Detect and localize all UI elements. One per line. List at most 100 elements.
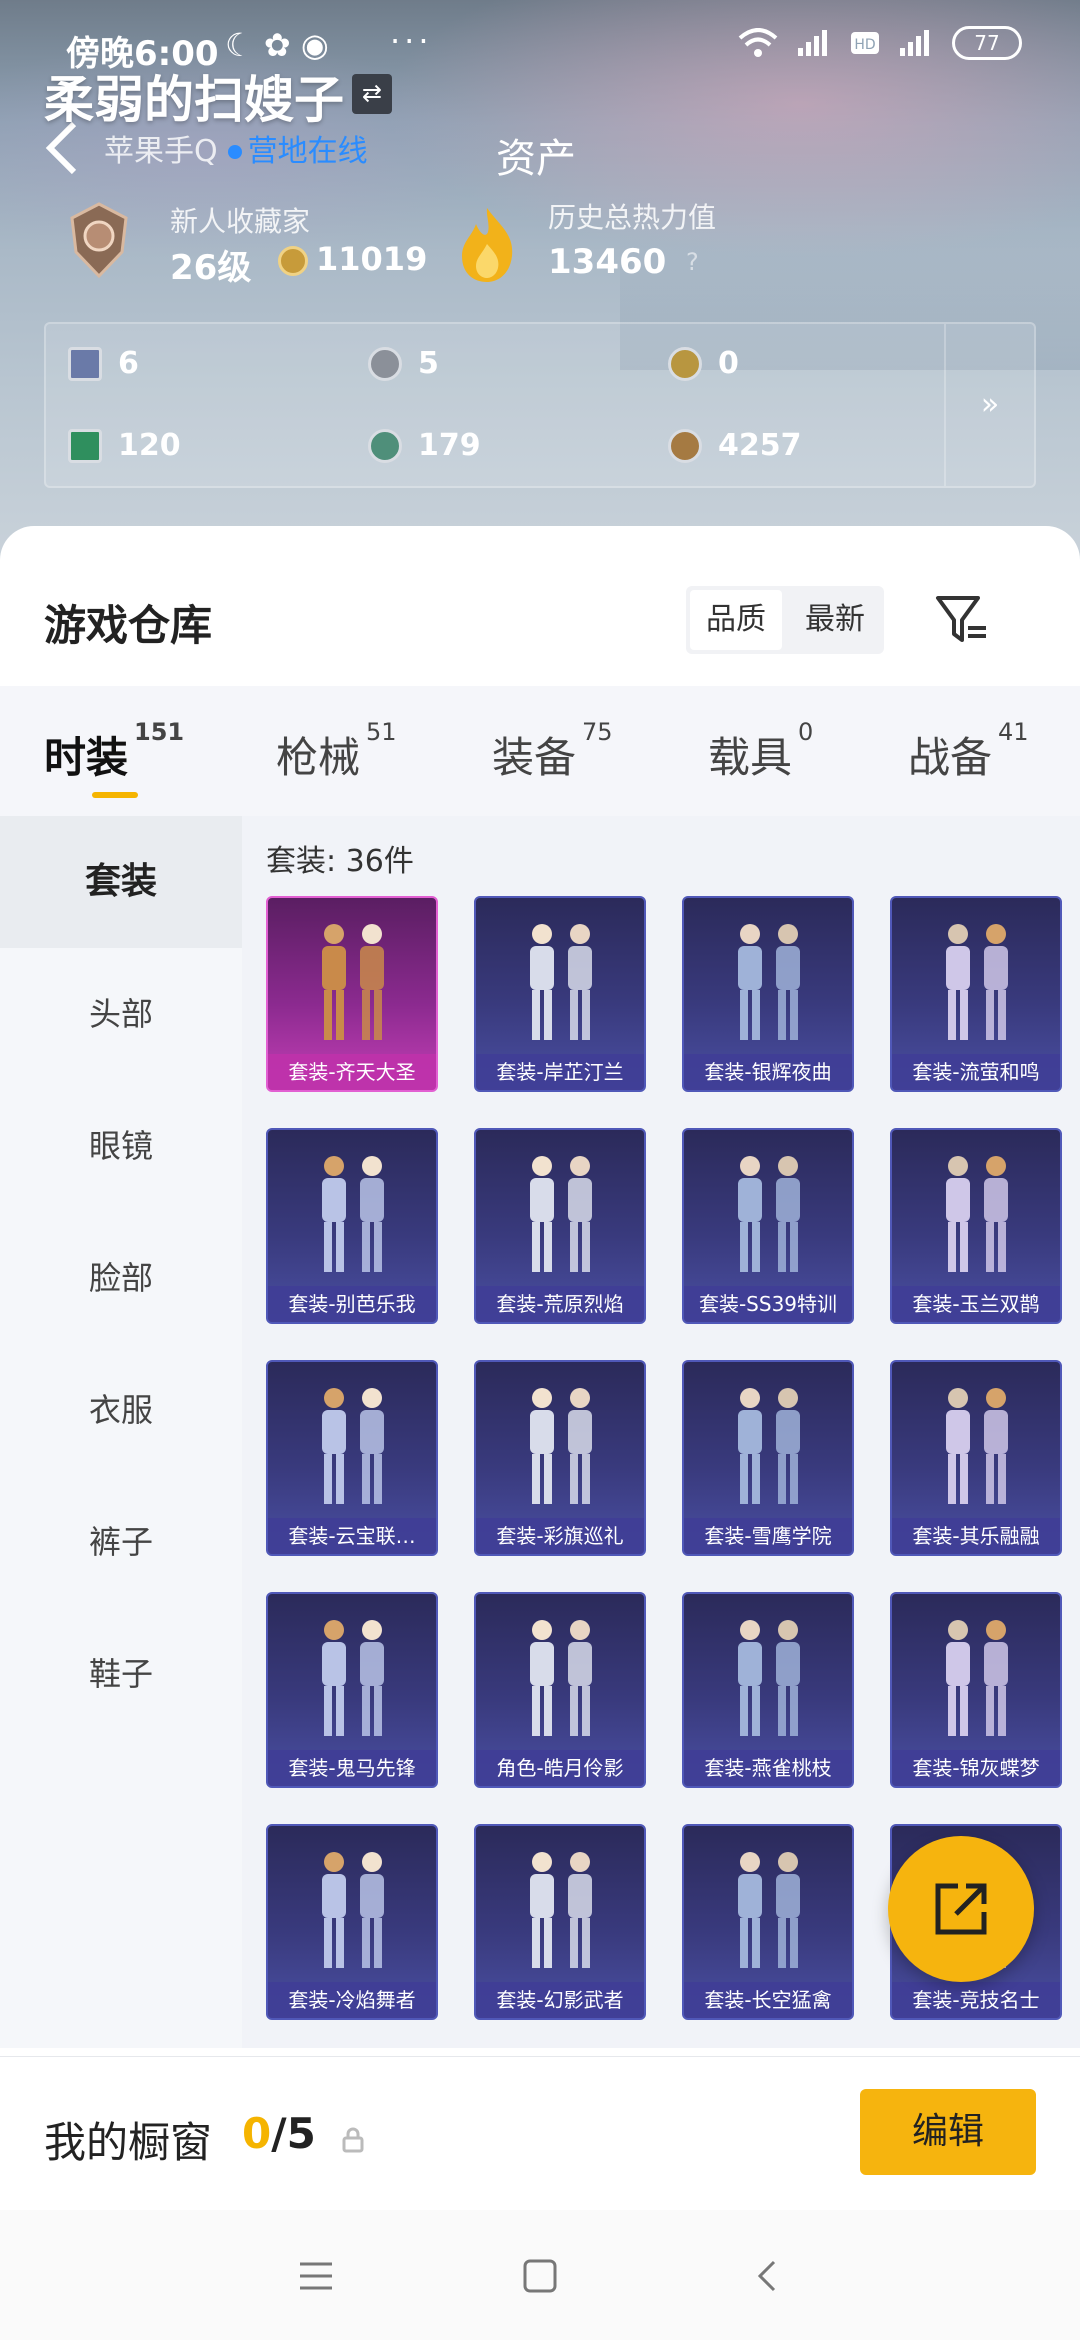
share-button[interactable] bbox=[888, 1836, 1034, 1982]
item-card-label: 套装-雪鹰学院 bbox=[684, 1518, 852, 1554]
tab-equipment[interactable]: 装备75 bbox=[492, 718, 613, 785]
hd-icon: HD bbox=[851, 32, 879, 54]
sidebar-item-shoes[interactable]: 鞋子 bbox=[0, 1608, 242, 1740]
item-card[interactable]: 套装-鬼马先锋 bbox=[266, 1592, 438, 1788]
outfit-figure-icon bbox=[738, 1156, 800, 1272]
item-card[interactable]: 套装-银辉夜曲 bbox=[682, 896, 854, 1092]
item-card[interactable]: 套装-荒原烈焰 bbox=[474, 1128, 646, 1324]
sidebar-item-glasses[interactable]: 眼镜 bbox=[0, 1080, 242, 1212]
showcase-bar: 我的橱窗 0/5 编辑 bbox=[0, 2056, 1080, 2206]
item-card-label: 套装-流萤和鸣 bbox=[892, 1054, 1060, 1090]
tab-vehicles[interactable]: 载具0 bbox=[708, 718, 813, 785]
item-card-label: 套装-燕雀桃枝 bbox=[684, 1750, 852, 1786]
green-card-icon bbox=[68, 428, 102, 463]
jade-coin-icon bbox=[368, 428, 402, 463]
outfit-figure-icon bbox=[738, 1620, 800, 1736]
item-card[interactable]: 套装-幻影武者 bbox=[474, 1824, 646, 2020]
tab-fashion[interactable]: 时装151 bbox=[44, 718, 184, 785]
item-card[interactable]: 套装-SS39特训 bbox=[682, 1128, 854, 1324]
system-navigation-bar bbox=[0, 2210, 1080, 2340]
edit-button[interactable]: 编辑 bbox=[860, 2089, 1036, 2175]
item-card-label: 套装-别芭乐我 bbox=[268, 1286, 436, 1322]
lock-icon bbox=[342, 2127, 364, 2153]
tab-count: 51 bbox=[366, 718, 397, 746]
tab-count: 41 bbox=[998, 718, 1029, 746]
outfit-figure-icon bbox=[946, 1388, 1008, 1504]
page-title: 资产 bbox=[496, 136, 576, 182]
status-right-icons: HD 77 bbox=[738, 26, 1022, 60]
tab-label: 枪械 bbox=[276, 733, 361, 782]
tab-count: 0 bbox=[798, 718, 814, 746]
sort-quality-button[interactable]: 品质 bbox=[690, 590, 782, 650]
showcase-total: /5 bbox=[271, 2109, 316, 2158]
item-card[interactable]: 套装-别芭乐我 bbox=[266, 1128, 438, 1324]
more-notifications-icon: ··· bbox=[390, 22, 433, 60]
rank-title: 新人收藏家 bbox=[170, 205, 311, 238]
stat-item: 4257 bbox=[668, 428, 802, 463]
tab-label: 载具 bbox=[708, 733, 793, 782]
item-card[interactable]: 角色-皓月伶影 bbox=[474, 1592, 646, 1788]
item-card[interactable]: 套装-玉兰双鹊 bbox=[890, 1128, 1062, 1324]
outfit-figure-icon bbox=[322, 924, 384, 1040]
home-icon[interactable] bbox=[520, 2256, 560, 2296]
item-card[interactable]: 套装-长空猛禽 bbox=[682, 1824, 854, 2020]
tab-weapons[interactable]: 枪械51 bbox=[276, 718, 397, 785]
outfit-figure-icon bbox=[946, 1620, 1008, 1736]
item-card[interactable]: 套装-流萤和鸣 bbox=[890, 896, 1062, 1092]
outfit-figure-icon bbox=[530, 1620, 592, 1736]
menu-icon[interactable] bbox=[296, 2256, 336, 2296]
item-card-label: 套装-彩旗巡礼 bbox=[476, 1518, 644, 1554]
tab-label: 战备 bbox=[908, 733, 993, 782]
back-icon[interactable] bbox=[748, 2256, 788, 2296]
online-dot-icon bbox=[227, 145, 242, 159]
item-count: 套装: 36件 bbox=[266, 844, 414, 879]
stat-value: 179 bbox=[418, 428, 481, 463]
bronze-coin-icon bbox=[668, 428, 702, 463]
item-card[interactable]: 套装-岸芷汀兰 bbox=[474, 896, 646, 1092]
item-card[interactable]: 套装-彩旗巡礼 bbox=[474, 1360, 646, 1556]
sidebar-item-clothes[interactable]: 衣服 bbox=[0, 1344, 242, 1476]
outfit-figure-icon bbox=[322, 1620, 384, 1736]
sidebar-item-pants[interactable]: 裤子 bbox=[0, 1476, 242, 1608]
help-icon[interactable]: ? bbox=[686, 248, 699, 276]
tab-supplies[interactable]: 战备41 bbox=[908, 718, 1029, 785]
sidebar-item-face[interactable]: 脸部 bbox=[0, 1212, 242, 1344]
tab-label: 时装 bbox=[44, 733, 129, 782]
showcase-current: 0 bbox=[242, 2109, 272, 2158]
item-card[interactable]: 套装-云宝联… bbox=[266, 1360, 438, 1556]
signal-icon-2 bbox=[900, 30, 929, 56]
item-card[interactable]: 套装-其乐融融 bbox=[890, 1360, 1062, 1556]
outfit-figure-icon bbox=[738, 1388, 800, 1504]
outfit-figure-icon bbox=[530, 924, 592, 1040]
item-card[interactable]: 套装-冷焰舞者 bbox=[266, 1824, 438, 2020]
signal-icon bbox=[798, 30, 827, 56]
coin-icon bbox=[278, 246, 308, 276]
username: 柔弱的扫嫂子 bbox=[44, 71, 344, 129]
item-card-label: 套装-幻影武者 bbox=[476, 1982, 644, 2018]
sidebar-item-suits[interactable]: 套装 bbox=[0, 816, 242, 948]
showcase-label: 我的橱窗 bbox=[44, 2118, 213, 2167]
stat-item: 179 bbox=[368, 428, 481, 463]
item-card[interactable]: 套装-锦灰蝶梦 bbox=[890, 1592, 1062, 1788]
stats-expand-button[interactable]: » bbox=[944, 324, 1034, 486]
sidebar-item-head[interactable]: 头部 bbox=[0, 948, 242, 1080]
outfit-figure-icon bbox=[946, 1156, 1008, 1272]
item-card-label: 套装-云宝联… bbox=[268, 1518, 436, 1554]
item-card-label: 套装-锦灰蝶梦 bbox=[892, 1750, 1060, 1786]
item-card[interactable]: 套装-燕雀桃枝 bbox=[682, 1592, 854, 1788]
item-card-label: 套装-其乐融融 bbox=[892, 1518, 1060, 1554]
item-card[interactable]: 套装-雪鹰学院 bbox=[682, 1360, 854, 1556]
flame-icon bbox=[462, 208, 513, 282]
gold-token-icon bbox=[668, 346, 702, 381]
sort-newest-button[interactable]: 最新 bbox=[786, 586, 884, 654]
outfit-figure-icon bbox=[530, 1852, 592, 1968]
item-card-label: 角色-皓月伶影 bbox=[476, 1750, 644, 1786]
filter-icon[interactable] bbox=[934, 592, 990, 648]
stat-value: 6 bbox=[118, 346, 139, 381]
outfit-figure-icon bbox=[322, 1852, 384, 1968]
outfit-figure-icon bbox=[738, 1852, 800, 1968]
switch-account-icon[interactable]: ⇄ bbox=[352, 74, 392, 114]
stat-item: 0 bbox=[668, 346, 739, 381]
item-card[interactable]: 套装-齐天大圣 bbox=[266, 896, 438, 1092]
item-card-label: 套装-银辉夜曲 bbox=[684, 1054, 852, 1090]
